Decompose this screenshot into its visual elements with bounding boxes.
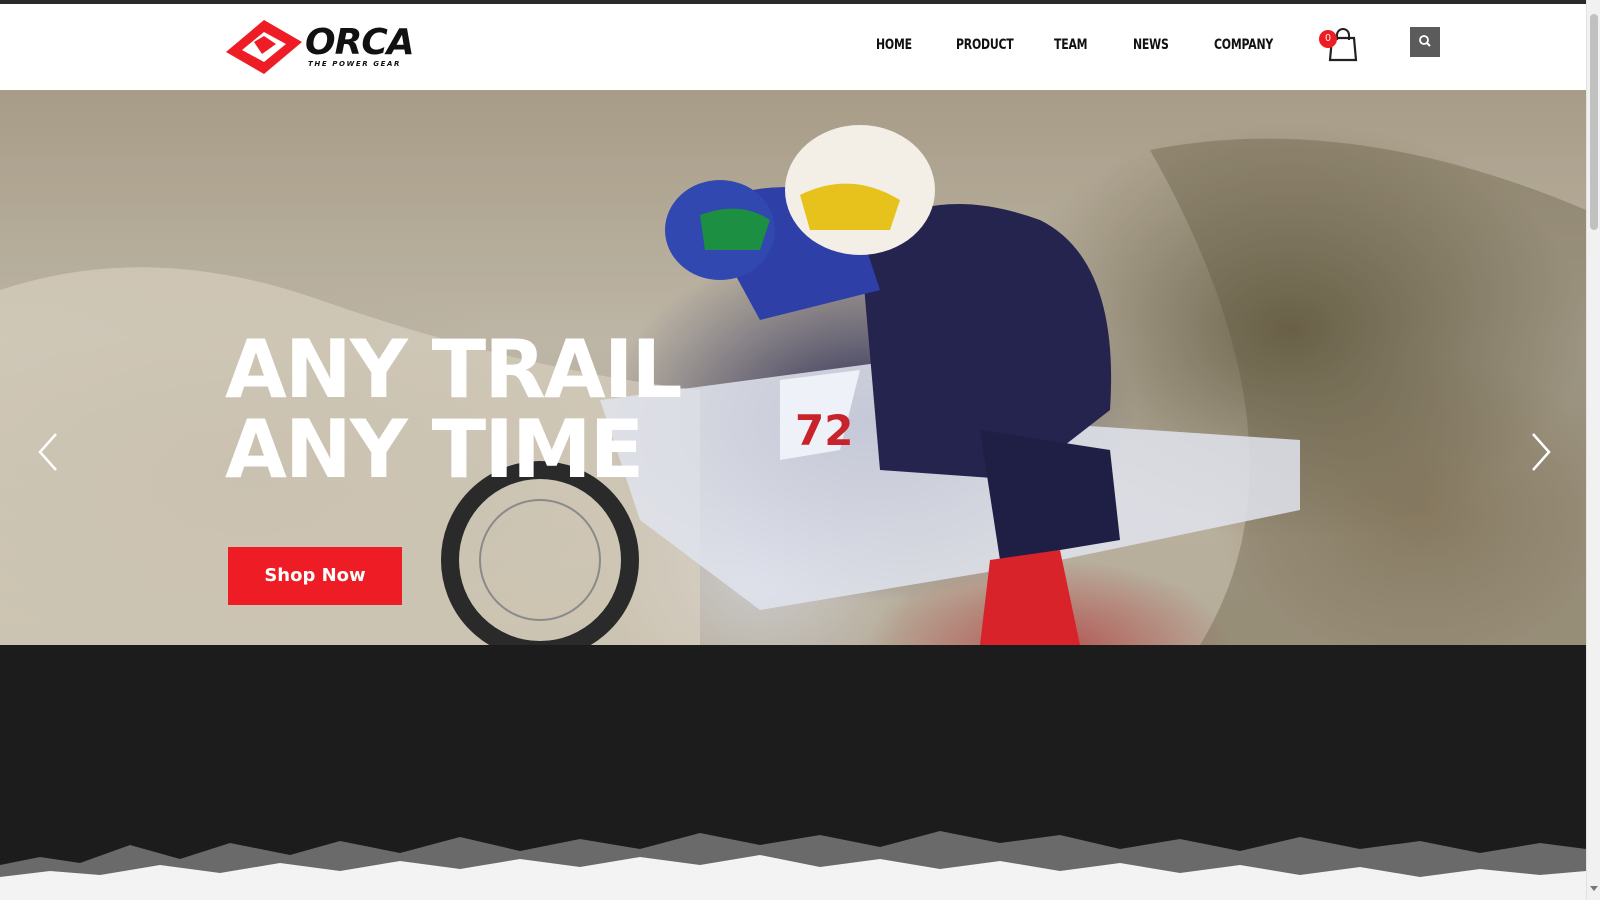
hero-title: ANY TRAIL ANY TIME (225, 323, 682, 496)
scroll-down-arrow-icon[interactable] (1590, 886, 1598, 891)
logo-wordmark: ORCA (305, 22, 415, 63)
page-scrollbar[interactable] (1586, 0, 1600, 900)
chevron-left-icon (38, 433, 57, 471)
site-header: ORCA THE POWER GEAR HOME PRODUCT TEAM NE… (0, 4, 1586, 90)
scrollbar-thumb[interactable] (1590, 14, 1598, 230)
nav-item-news[interactable]: NEWS (1133, 37, 1169, 53)
cart-count-badge: 0 (1319, 30, 1337, 48)
search-icon (1419, 35, 1431, 47)
slider-next-button[interactable] (1527, 430, 1557, 474)
search-button[interactable] (1410, 27, 1440, 57)
nav-item-company[interactable]: COMPANY (1214, 37, 1273, 53)
shop-now-button[interactable]: Shop Now (228, 547, 402, 605)
hero-title-line-2: ANY TIME (225, 403, 644, 496)
svg-text:72: 72 (795, 406, 853, 455)
nav-item-product[interactable]: PRODUCT (956, 37, 1014, 53)
nav-item-home[interactable]: HOME (876, 37, 912, 53)
logo-tagline: THE POWER GEAR (308, 60, 401, 68)
torn-paper-divider (0, 831, 1586, 900)
hero-title-line-1: ANY TRAIL (225, 323, 682, 416)
hero-slider: 72 ANY TRAIL ANY TIME Shop Now (0, 90, 1586, 645)
orca-logo[interactable]: ORCA THE POWER GEAR (222, 16, 427, 78)
slider-prev-button[interactable] (32, 430, 62, 474)
nav-item-team[interactable]: TEAM (1054, 37, 1088, 53)
chevron-right-icon (1532, 433, 1551, 471)
